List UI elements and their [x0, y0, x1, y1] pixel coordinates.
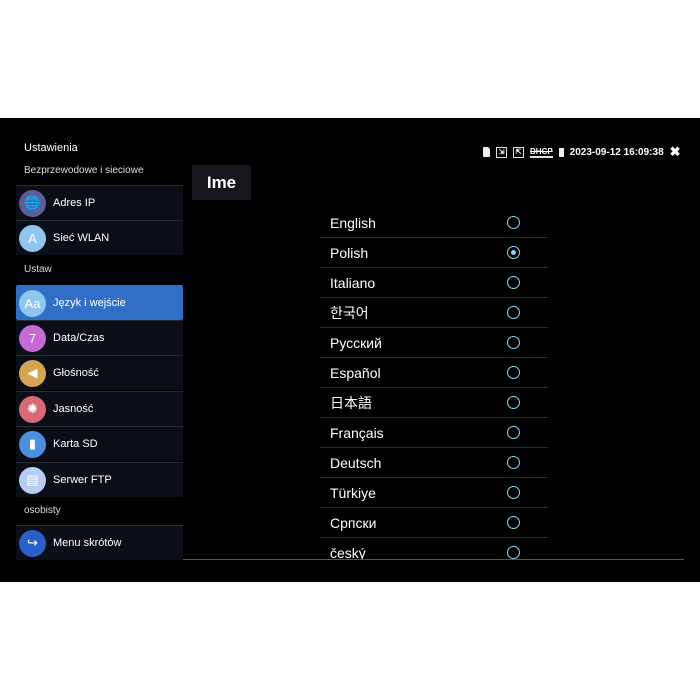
sidebar-item-label: Jasność [53, 403, 94, 415]
language-icon: Aa [19, 289, 46, 317]
speaker-icon: ◀ [19, 359, 46, 387]
sidebar-item-label: Karta SD [53, 438, 98, 450]
sidebar-item-speaker[interactable]: ◀ Głośność [16, 355, 183, 390]
radio-button[interactable] [507, 396, 520, 409]
page-title: Ime [192, 165, 251, 200]
language-option[interactable]: Türkiye [320, 478, 548, 508]
language-option[interactable]: Italiano [320, 268, 548, 298]
radio-button[interactable] [507, 546, 520, 559]
sidebar-item-sd-card[interactable]: ▮ Karta SD [16, 426, 183, 461]
sidebar-item-calendar[interactable]: 7 Data/Czas [16, 320, 183, 355]
battery-icon [558, 147, 564, 157]
sidebar-item-ftp[interactable]: ▤ Serwer FTP [16, 462, 183, 497]
language-option[interactable]: 한국어 [320, 298, 548, 328]
language-label: 日本語 [330, 394, 372, 411]
sidebar-item-label: Menu skrótów [53, 537, 122, 549]
language-label: Italiano [330, 274, 376, 291]
language-label: Polish [330, 244, 369, 261]
section-wireless: Bezprzewodowe i sieciowe [24, 165, 144, 176]
shortcut-icon: ↪ [19, 529, 46, 557]
language-label: English [330, 214, 376, 231]
sidebar-item-globe[interactable]: 🌐 Adres IP [16, 185, 183, 220]
radio-button[interactable] [507, 246, 520, 259]
bulb-icon: ✺ [19, 395, 46, 423]
language-option[interactable]: Русский [320, 328, 548, 358]
sidebar-item-label: Serwer FTP [53, 474, 112, 486]
datetime: 2023-09-12 16:09:38 [569, 146, 664, 158]
language-option[interactable]: 日本語 [320, 388, 548, 418]
screen-icon-2: ⇱ [513, 146, 524, 158]
radio-button[interactable] [507, 486, 520, 499]
radio-button[interactable] [507, 516, 520, 529]
language-option[interactable]: Español [320, 358, 548, 388]
settings-screen: Ustawienia Bezprzewodowe i sieciowe Usta… [0, 118, 700, 582]
calendar-icon: 7 [19, 324, 46, 352]
radio-button[interactable] [507, 366, 520, 379]
sd-card-icon: ▮ [19, 430, 46, 458]
sidebar-item-label: Adres IP [53, 197, 96, 209]
radio-button[interactable] [507, 216, 520, 229]
language-label: Français [330, 424, 384, 441]
language-option[interactable]: Français [320, 418, 548, 448]
sidebar-item-shortcut[interactable]: ↪ Menu skrótów [16, 525, 183, 560]
sidebar-item-label: Data/Czas [53, 332, 105, 344]
sidebar-item-label: Język i wejście [53, 297, 126, 309]
language-option[interactable]: English [320, 208, 548, 238]
ftp-icon: ▤ [19, 466, 46, 494]
radio-button[interactable] [507, 336, 520, 349]
language-label: český [330, 544, 366, 560]
app-title: Ustawienia [24, 142, 78, 154]
language-label: 한국어 [330, 304, 369, 321]
divider [183, 559, 684, 560]
sidebar-item-label: Sieć WLAN [53, 232, 110, 244]
language-label: Deutsch [330, 454, 382, 471]
close-button[interactable]: ✖ [670, 144, 681, 160]
sidebar-item-label: Głośność [53, 367, 99, 379]
language-label: Српски [330, 514, 377, 531]
language-option[interactable]: Polish [320, 238, 548, 268]
radio-button[interactable] [507, 276, 520, 289]
radio-button[interactable] [507, 306, 520, 319]
language-option[interactable]: Deutsch [320, 448, 548, 478]
language-list[interactable]: English Polish Italiano 한국어 Русский Español 日本… [320, 208, 548, 559]
language-label: Русский [330, 334, 382, 351]
radio-button[interactable] [507, 456, 520, 469]
sd-card-icon [483, 147, 490, 157]
globe-icon: 🌐 [19, 189, 46, 217]
section-settings: Ustaw [24, 264, 52, 275]
sidebar-item-bulb[interactable]: ✺ Jasność [16, 391, 183, 426]
dhcp-off-icon: DHCP [530, 146, 553, 158]
language-option[interactable]: český [320, 538, 548, 559]
language-label: Türkiye [330, 484, 376, 501]
screen-icon-1: ⇲ [496, 146, 507, 158]
language-option[interactable]: Српски [320, 508, 548, 538]
language-label: Español [330, 364, 381, 381]
antenna-icon: A [19, 224, 46, 252]
sidebar-item-antenna[interactable]: A Sieć WLAN [16, 220, 183, 255]
section-personal: osobisty [24, 505, 61, 516]
sidebar-item-language[interactable]: Aa Język i wejście [16, 285, 183, 320]
status-bar: ⇲ ⇱ DHCP 2023-09-12 16:09:38 ✖ [483, 144, 681, 160]
radio-button[interactable] [507, 426, 520, 439]
